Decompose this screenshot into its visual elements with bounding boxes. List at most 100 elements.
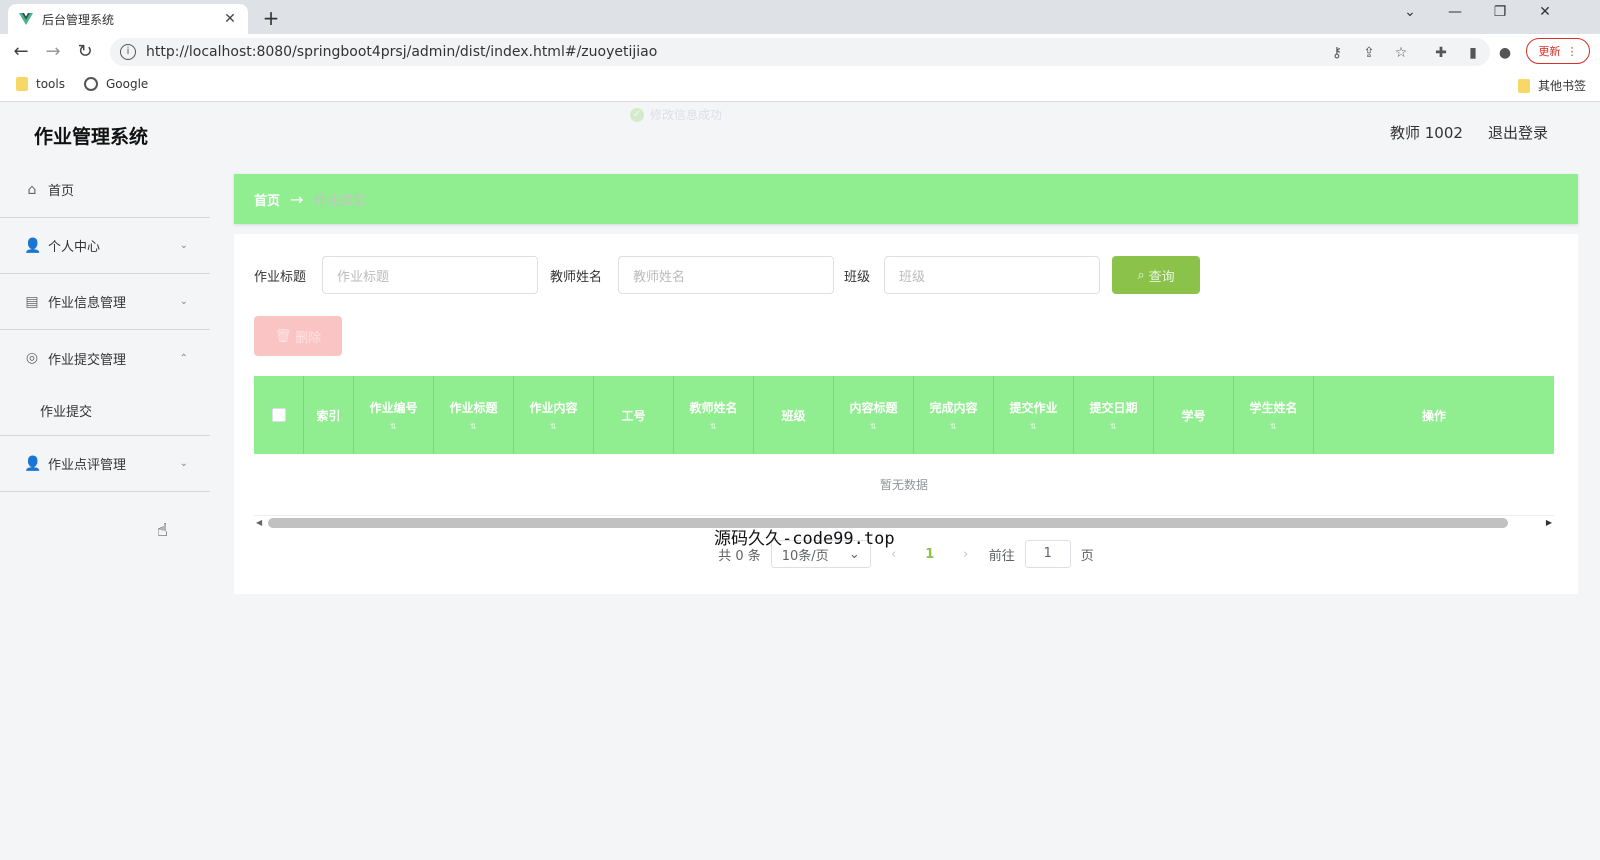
column-header-label: 工号 [621, 408, 646, 423]
chevron-down-icon: ⌄ [179, 296, 188, 307]
column-header[interactable]: 提交作业 ⇅ [994, 376, 1074, 454]
tab-title: 后台管理系统 [42, 12, 115, 27]
sort-icon[interactable]: ⇅ [470, 422, 477, 431]
teacher-filter-input[interactable]: 教师姓名 [618, 256, 834, 294]
title-filter-input[interactable]: 作业标题 [322, 256, 538, 294]
sort-icon[interactable]: ⇅ [550, 422, 557, 431]
minimize-button[interactable]: — [1440, 4, 1470, 20]
column-header[interactable]: 内容标题 ⇅ [834, 376, 914, 454]
column-header[interactable]: 提交日期 ⇅ [1074, 376, 1154, 454]
reload-icon[interactable]: ↻ [74, 41, 96, 63]
sidebar-item-homework-info[interactable]: ▤ 作业信息管理 ⌄ [0, 274, 210, 330]
column-header[interactable]: 作业内容 ⇅ [514, 376, 594, 454]
column-header-label: 索引 [316, 408, 341, 423]
column-header-label: 提交作业 [1009, 401, 1058, 415]
table-header: 索引 作业编号 ⇅ 作业标题 ⇅ 作业内容 ⇅ 工号 教师姓名 ⇅ 班级 内容标题 ⇅ 完… [254, 376, 1554, 454]
column-header[interactable]: 学号 [1154, 376, 1234, 454]
class-filter-label: 班级 [844, 270, 871, 285]
sidebar-subitem-submission[interactable]: 作业提交 [0, 386, 210, 436]
check-circle-icon: ✓ [630, 107, 644, 122]
breadcrumb-home[interactable]: 首页 [254, 190, 280, 209]
search-button[interactable]: ⌕ 查询 [1112, 256, 1200, 294]
share-icon[interactable]: ⇪ [1360, 44, 1378, 62]
other-bookmarks[interactable]: 其他书签 [1518, 77, 1586, 94]
user-icon: 👤 [24, 237, 42, 254]
url-text[interactable]: http://localhost:8080/springboot4prsj/ad… [146, 44, 657, 60]
delete-button[interactable]: 🗑 删除 [254, 316, 342, 356]
update-button[interactable]: 更新 ⋮ [1526, 38, 1590, 64]
sort-icon[interactable]: ⇅ [1030, 422, 1037, 431]
column-header-label: 学生姓名 [1249, 401, 1298, 415]
column-header[interactable]: 完成内容 ⇅ [914, 376, 994, 454]
column-header-label: 学号 [1181, 408, 1206, 423]
sort-icon[interactable]: ⇅ [1110, 422, 1117, 431]
column-header: 索引 [304, 376, 354, 454]
sort-icon[interactable]: ⇅ [870, 422, 877, 431]
sort-icon[interactable]: ⇅ [950, 422, 957, 431]
sort-icon[interactable]: ⇅ [710, 422, 717, 431]
sort-icon[interactable]: ⇅ [1270, 422, 1277, 431]
hand-cursor-icon: ☝ [157, 520, 168, 541]
other-bookmarks-label: 其他书签 [1538, 79, 1587, 93]
profile-icon[interactable]: ● [1496, 44, 1514, 62]
sidebar-item-label: 作业信息管理 [48, 296, 127, 311]
home-icon: ⌂ [27, 181, 37, 198]
watermark-text: 源码久久-code99.top [714, 529, 895, 549]
tab-close-icon[interactable]: ✕ [222, 11, 238, 27]
extensions-icon[interactable]: ✚ [1432, 44, 1450, 62]
new-tab-button[interactable]: + [260, 6, 282, 30]
side-panel-icon[interactable]: ▮ [1464, 44, 1482, 62]
scroll-right-icon[interactable]: ▶ [1546, 518, 1552, 527]
scroll-left-icon[interactable]: ◀ [256, 518, 262, 527]
user-icon: 👤 [24, 455, 42, 472]
column-header[interactable]: 工号 [594, 376, 674, 454]
logout-link[interactable]: 退出登录 [1488, 122, 1548, 143]
horizontal-scrollbar[interactable]: ◀ ▶ [254, 516, 1554, 530]
select-all-checkbox[interactable] [271, 408, 286, 422]
toast-text: 修改信息成功 [650, 108, 723, 122]
sort-icon[interactable]: ⇅ [390, 422, 397, 431]
column-header-actions: 操作 [1314, 376, 1554, 454]
column-header[interactable]: 作业编号 ⇅ [354, 376, 434, 454]
url-bar[interactable]: i http://localhost:8080/springboot4prsj/… [110, 38, 1490, 66]
sidebar-item-label: 作业点评管理 [48, 458, 127, 473]
column-header[interactable]: 作业标题 ⇅ [434, 376, 514, 454]
tab-search-icon[interactable]: ⌄ [1395, 4, 1425, 20]
target-icon: ◎ [25, 350, 39, 366]
next-page-button[interactable]: › [953, 547, 979, 562]
sidebar-item-submission-mgmt[interactable]: ◎ 作业提交管理 ⌃ [0, 330, 210, 386]
forward-icon[interactable]: → [42, 41, 64, 63]
page-suffix: 页 [1080, 548, 1094, 564]
vue-logo-icon [19, 13, 33, 25]
success-toast: ✓ 修改信息成功 [630, 106, 722, 123]
goto-label: 前往 [988, 548, 1015, 564]
site-info-icon[interactable]: i [120, 44, 136, 60]
bookmarks-bar: tools Google 其他书签 [0, 70, 1600, 102]
sidebar-item-profile[interactable]: 👤 个人中心 ⌄ [0, 218, 210, 274]
browser-tab[interactable]: 后台管理系统 ✕ [8, 4, 248, 34]
column-header-label: 班级 [781, 408, 806, 423]
column-header[interactable]: 学生姓名 ⇅ [1234, 376, 1314, 454]
column-header[interactable]: 班级 [754, 376, 834, 454]
search-icon: ⌕ [1137, 267, 1145, 283]
chevron-down-icon: ⌄ [179, 240, 188, 251]
bookmark-tools[interactable]: tools [16, 77, 65, 91]
column-header-label: 作业标题 [449, 401, 498, 415]
star-icon[interactable]: ☆ [1392, 44, 1410, 62]
submission-table: 索引 作业编号 ⇅ 作业标题 ⇅ 作业内容 ⇅ 工号 教师姓名 ⇅ 班级 内容标题 ⇅ 完… [254, 376, 1554, 530]
class-filter-input[interactable]: 班级 [884, 256, 1100, 294]
column-header[interactable]: 教师姓名 ⇅ [674, 376, 754, 454]
restore-button[interactable]: ❐ [1485, 4, 1515, 20]
column-header-label: 内容标题 [849, 401, 898, 415]
bookmark-google[interactable]: Google [84, 77, 148, 91]
sidebar-item-review-mgmt[interactable]: 👤 作业点评管理 ⌄ [0, 436, 210, 492]
close-window-button[interactable]: ✕ [1530, 4, 1560, 20]
sidebar: ⌂ 首页 👤 个人中心 ⌄ ▤ 作业信息管理 ⌄ ◎ 作业提交管理 ⌃ 作业提交… [0, 162, 210, 860]
sidebar-item-label: 作业提交管理 [48, 352, 127, 368]
key-icon[interactable]: ⚷ [1328, 44, 1346, 62]
goto-page-input[interactable]: 1 [1024, 540, 1071, 568]
page-number-current[interactable]: 1 [917, 547, 943, 562]
search-button-label: 查询 [1148, 269, 1175, 285]
sidebar-item-home[interactable]: ⌂ 首页 [0, 162, 210, 218]
back-icon[interactable]: ← [10, 41, 32, 63]
